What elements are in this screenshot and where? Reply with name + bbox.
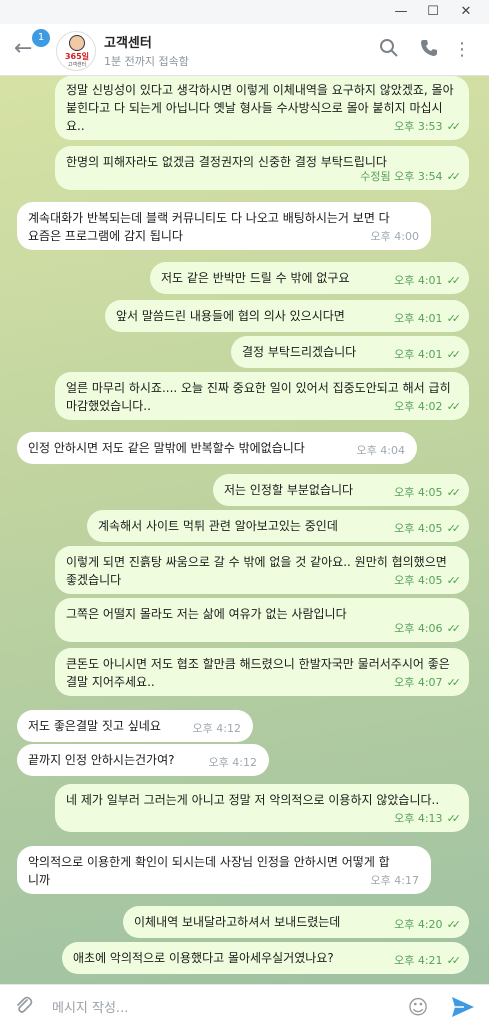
phone-icon[interactable]: [417, 38, 441, 62]
message-bubble[interactable]: 그쪽은 어떨지 몰라도 저는 삶에 여유가 없는 사람입니다 오후 4:06 ✓✓: [55, 598, 469, 642]
message-bubble[interactable]: 앞서 말씀드린 내용들에 협의 의사 있으시다면 오후 4:01 ✓✓: [105, 300, 469, 332]
read-check-icon: ✓✓: [446, 918, 462, 931]
read-check-icon: ✓✓: [446, 622, 462, 635]
message-time: 수정됨 오후 3:54: [360, 170, 443, 183]
message-time: 오후 4:00: [370, 230, 419, 243]
message-bubble[interactable]: 네 제가 일부러 그러는게 아니고 정말 저 악의적으로 이용하지 않았습니다.…: [55, 784, 469, 832]
message-text: 네 제가 일부러 그러는게 아니고 정말 저 악의적으로 이용하지 않았습니다.…: [66, 793, 440, 807]
message-composer: 메시지 작성... ☺: [0, 984, 489, 1028]
chat-header: ← 1 365일 고객센터 고객센터 1분 전까지 접속함 ⋮: [0, 24, 489, 76]
message-bubble[interactable]: 큰돈도 아니시면 저도 협조 할만큼 해드렸으니 한발자국만 물러서주시어 좋은…: [55, 648, 469, 696]
message-time: 오후 4:12: [208, 756, 257, 769]
message-time: 오후 4:07: [394, 676, 443, 689]
message-bubble[interactable]: 저도 같은 반박만 드릴 수 밖에 없구요 오후 4:01 ✓✓: [150, 262, 469, 294]
message-time: 오후 4:01: [394, 312, 443, 325]
read-check-icon: ✓✓: [446, 120, 462, 133]
message-bubble[interactable]: 계속대화가 반복되는데 블랙 커뮤니티도 다 나오고 배팅하시는거 보면 다 요…: [17, 202, 431, 250]
message-time: 오후 4:05: [394, 522, 443, 535]
message-time: 오후 4:20: [394, 918, 443, 931]
message-time: 오후 4:06: [394, 622, 443, 635]
message-bubble[interactable]: 저는 인정할 부분없습니다 오후 4:05 ✓✓: [213, 474, 469, 506]
read-check-icon: ✓✓: [446, 574, 462, 587]
message-bubble[interactable]: 이렇게 되면 진흙탕 싸움으로 갈 수 밖에 없을 것 같아요.. 원만히 협의…: [55, 546, 469, 594]
message-bubble[interactable]: 악의적으로 이용한게 확인이 되시는데 사장님 인정을 안하시면 어떻게 합니까…: [17, 846, 431, 894]
close-icon[interactable]: ✕: [456, 2, 476, 22]
avatar-subtext: 고객센터: [67, 62, 87, 68]
read-check-icon: ✓✓: [446, 486, 462, 499]
message-bubble[interactable]: 이체내역 보내달라고하셔서 보내드렸는데 오후 4:20 ✓✓: [123, 906, 469, 938]
minimize-icon[interactable]: —: [391, 2, 411, 22]
read-check-icon: ✓✓: [446, 400, 462, 413]
message-time: 오후 4:02: [394, 400, 443, 413]
read-check-icon: ✓✓: [446, 348, 462, 361]
message-time: 오후 4:01: [394, 348, 443, 361]
read-check-icon: ✓✓: [446, 274, 462, 287]
read-check-icon: ✓✓: [446, 812, 462, 825]
message-bubble[interactable]: 결정 부탁드리겠습니다 오후 4:01 ✓✓: [231, 336, 469, 368]
message-bubble[interactable]: 애초에 악의적으로 이용했다고 몰아세우실거였나요? 오후 4:21 ✓✓: [62, 942, 469, 974]
emoji-icon[interactable]: ☺: [406, 995, 430, 1019]
unread-badge: 1: [32, 29, 50, 47]
chat-title[interactable]: 고객센터: [104, 32, 152, 51]
message-text: 계속대화가 반복되는데 블랙 커뮤니티도 다 나오고 배팅하시는거 보면 다 요…: [28, 211, 390, 243]
message-bubble[interactable]: 정말 신빙성이 있다고 생각하시면 이렇게 이체내역을 요구하지 않았겠죠, 몰…: [55, 76, 469, 140]
message-input[interactable]: 메시지 작성...: [52, 997, 128, 1016]
last-seen-status: 1분 전까지 접속함: [104, 55, 189, 68]
message-time: 오후 4:01: [394, 274, 443, 287]
more-options-icon[interactable]: ⋮: [450, 38, 474, 62]
message-bubble[interactable]: 한명의 피해자라도 없겠금 결정권자의 신중한 결정 부탁드립니다 수정됨 오후…: [55, 146, 469, 190]
message-time: 오후 4:05: [394, 574, 443, 587]
message-time: 오후 4:04: [356, 444, 405, 457]
maximize-icon[interactable]: ☐: [423, 2, 443, 22]
message-time: 오후 4:17: [370, 874, 419, 887]
message-bubble[interactable]: 계속해서 사이트 먹튀 관련 알아보고있는 중인데 오후 4:05 ✓✓: [87, 510, 469, 542]
message-bubble[interactable]: 얼른 마무리 하시죠.... 오늘 진짜 중요한 일이 있어서 집중도안되고 해…: [55, 372, 469, 420]
read-check-icon: ✓✓: [446, 522, 462, 535]
read-check-icon: ✓✓: [446, 170, 462, 183]
avatar-face-icon: [69, 35, 85, 51]
read-check-icon: ✓✓: [446, 676, 462, 689]
message-time: 오후 4:13: [394, 812, 443, 825]
message-time: 오후 4:21: [394, 954, 443, 967]
paperclip-icon[interactable]: [12, 995, 36, 1019]
message-list[interactable]: 정말 신빙성이 있다고 생각하시면 이렇게 이체내역을 요구하지 않았겠죠, 몰…: [0, 76, 489, 984]
message-time: 오후 3:53: [394, 120, 443, 133]
message-time: 오후 4:05: [394, 486, 443, 499]
message-text: 악의적으로 이용한게 확인이 되시는데 사장님 인정을 안하시면 어떻게 합니까: [28, 855, 390, 887]
message-bubble[interactable]: 인정 안하시면 저도 같은 말밖에 반복할수 밖에없습니다 오후 4:04: [17, 432, 417, 464]
message-bubble[interactable]: 저도 좋은결말 짓고 싶네요 오후 4:12: [17, 710, 253, 742]
message-bubble[interactable]: 끝까지 인정 안하시는건가여? 오후 4:12: [17, 744, 269, 776]
message-text: 인정 안하시면 저도 같은 말밖에 반복할수 밖에없습니다: [28, 441, 305, 455]
read-check-icon: ✓✓: [446, 954, 462, 967]
send-icon[interactable]: [449, 993, 477, 1021]
message-time: 오후 4:12: [192, 722, 241, 735]
search-icon[interactable]: [377, 38, 401, 62]
read-check-icon: ✓✓: [446, 312, 462, 325]
window-title-bar: — ☐ ✕: [0, 0, 489, 24]
avatar[interactable]: 365일 고객센터: [56, 31, 96, 71]
